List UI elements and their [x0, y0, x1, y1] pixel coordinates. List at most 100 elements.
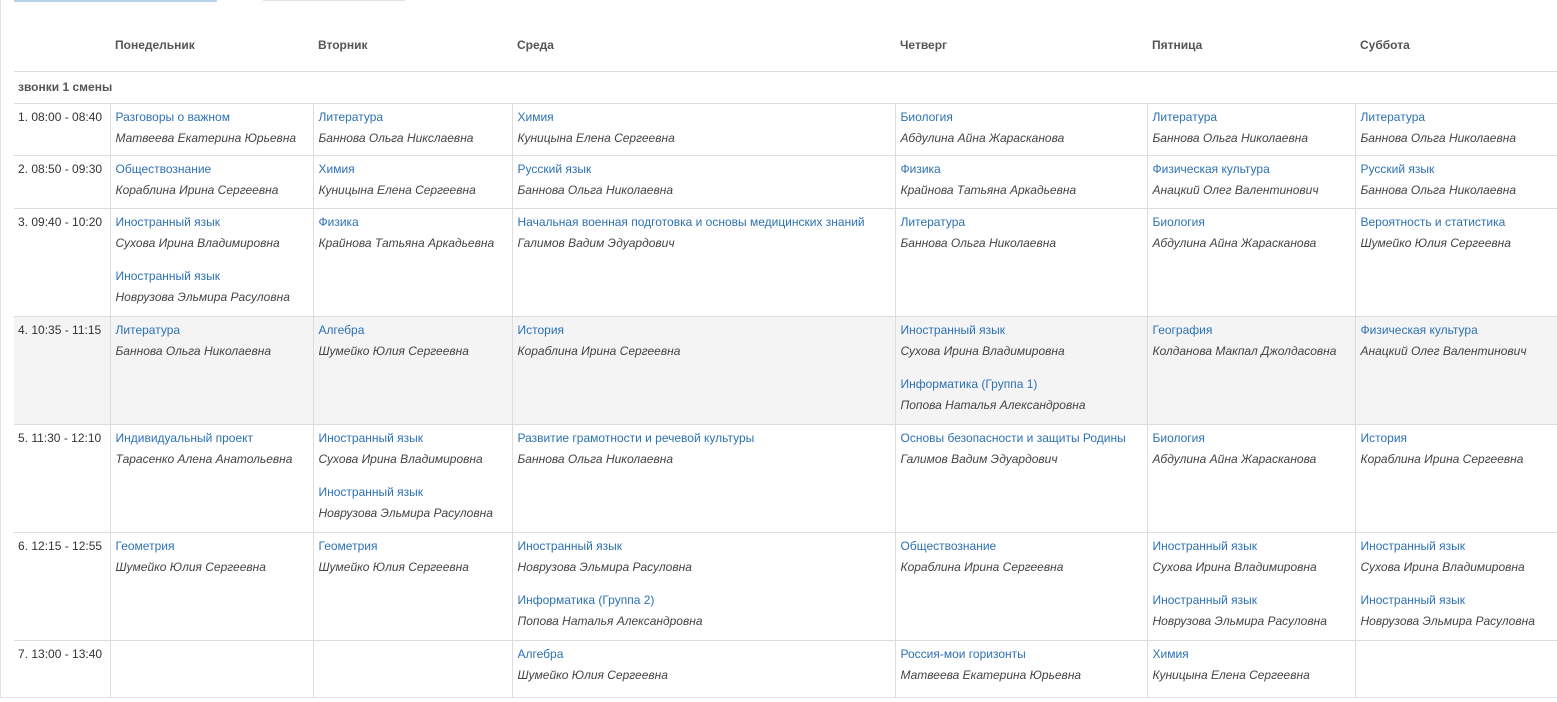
subject-link[interactable]: Литература [901, 215, 1143, 230]
teacher-name: Крайнова Татьяна Аркадьевна [318, 235, 495, 250]
lesson-cell: Геометрия Шумейко Юлия Сергеевна [109, 531, 313, 640]
teacher-name: Крайнова Татьяна Аркадьевна [900, 182, 1077, 197]
lesson-row: 6. 12:15 - 12:55 Геометрия Шумейко Юлия Се… [14, 531, 1557, 640]
teacher-name: Матвеева Екатерина Юрьевна [900, 667, 1082, 682]
subject-link[interactable]: Информатика (Группа 1) [901, 377, 1143, 392]
teacher-name: Галимов Вадим Эдуардович [517, 235, 675, 250]
shift-header-row: звонки 1 смены [14, 70, 1557, 103]
shift-title: звонки 1 смены [14, 70, 1557, 103]
subject-link[interactable]: Алгебра [518, 647, 891, 662]
lesson-entry: Физическая культура Анацкий Олег Валентин… [1361, 323, 1553, 359]
subject-link[interactable]: Иностранный язык [319, 485, 508, 500]
subject-link[interactable]: Индивидуальный проект [116, 431, 309, 446]
teacher-name: Баннова Ольга Николаевна [1360, 130, 1517, 145]
subject-link[interactable]: Иностранный язык [1153, 539, 1351, 554]
lesson-row: 2. 08:50 - 09:30 Обществознание Кораблина … [14, 154, 1557, 208]
lesson-cell: Иностранный язык Сухова Ирина Владимировн… [894, 315, 1147, 424]
lesson-cell: Обществознание Кораблина Ирина Сергеевна [109, 154, 313, 208]
subject-link[interactable]: История [1361, 431, 1553, 446]
lesson-cell: Химия Куницына Елена Сергеевна [1146, 639, 1355, 698]
subject-link[interactable]: Геометрия [116, 539, 309, 554]
lesson-cell: Литература Баннова Ольга Николаевна [109, 315, 313, 424]
teacher-name: Попова Наталья Александровна [900, 397, 1086, 412]
lesson-entry: Физика Крайнова Татьяна Аркадьевна [319, 215, 508, 251]
subject-link[interactable]: Алгебра [319, 323, 508, 338]
subject-link[interactable]: Информатика (Группа 2) [518, 593, 891, 608]
lesson-cell: Начальная военная подготовка и основы ме… [511, 207, 895, 316]
teacher-name: Новрузова Эльмира Расуловна [517, 559, 692, 574]
subject-link[interactable]: Иностранный язык [518, 539, 891, 554]
teacher-name: Анацкий Олег Валентинович [1360, 343, 1527, 358]
lesson-cell: Литература Баннова Ольга Николаевна [894, 207, 1147, 316]
teacher-name: Колданова Макпал Джолдасовна [1152, 343, 1337, 358]
subject-link[interactable]: Иностранный язык [1361, 539, 1553, 554]
lesson-entry: Вероятность и статистика Шумейко Юлия Сер… [1361, 215, 1553, 251]
lesson-row: 7. 13:00 - 13:40 Алгебра Шумейко Юлия Серг… [14, 639, 1557, 698]
subject-link[interactable]: Начальная военная подготовка и основы ме… [518, 215, 891, 230]
subject-link[interactable]: Физика [319, 215, 508, 230]
subject-link[interactable]: Основы безопасности и защиты Родины [901, 431, 1143, 446]
time-column-header [14, 16, 110, 72]
subject-link[interactable]: Россия-мои горизонты [901, 647, 1143, 662]
subject-link[interactable]: Развитие грамотности и речевой культуры [518, 431, 891, 446]
subject-link[interactable]: Вероятность и статистика [1361, 215, 1553, 230]
subject-link[interactable]: Иностранный язык [116, 269, 309, 284]
lesson-cell [312, 639, 512, 698]
subject-link[interactable]: Биология [901, 110, 1143, 125]
teacher-name: Баннова Ольга Николаевна [517, 182, 674, 197]
teacher-name: Сухова Ирина Владимировна [1360, 559, 1525, 574]
lesson-cell: Физика Крайнова Татьяна Аркадьевна [312, 207, 512, 316]
lesson-cell: История Кораблина Ирина Сергеевна [1354, 423, 1557, 532]
subject-link[interactable]: Физическая культура [1153, 162, 1351, 177]
subject-link[interactable]: Иностранный язык [319, 431, 508, 446]
lesson-entry: Начальная военная подготовка и основы ме… [518, 215, 891, 251]
subject-link[interactable]: Разговоры о важном [116, 110, 309, 125]
teacher-name: Сухова Ирина Владимировна [1152, 559, 1317, 574]
lesson-row: 4. 10:35 - 11:15 Литература Баннова Ольга … [14, 315, 1557, 424]
schedule-table: Понедельник Вторник Среда Четверг Пятниц… [14, 16, 1557, 698]
lesson-entry: Русский язык Баннова Ольга Николаевна [518, 162, 891, 198]
subject-link[interactable]: Литература [1153, 110, 1351, 125]
subject-link[interactable]: Химия [518, 110, 891, 125]
teacher-name: Сухова Ирина Владимировна [115, 235, 280, 250]
lesson-entry: История Кораблина Ирина Сергеевна [518, 323, 891, 359]
lesson-cell: Биология Абдулина Айна Жарасканова [1146, 423, 1355, 532]
lesson-entry: Биология Абдулина Айна Жарасканова [901, 110, 1143, 146]
lesson-entry: Физика Крайнова Татьяна Аркадьевна [901, 162, 1143, 198]
lesson-entry: География Колданова Макпал Джолдасовна [1153, 323, 1351, 359]
subject-link[interactable]: Иностранный язык [116, 215, 309, 230]
lesson-entry: Литература Баннова Ольга Николаевна [1361, 110, 1553, 146]
subject-link[interactable]: Химия [1153, 647, 1351, 662]
subject-link[interactable]: Геометрия [319, 539, 508, 554]
subject-link[interactable]: Литература [319, 110, 508, 125]
subject-link[interactable]: Биология [1153, 215, 1351, 230]
subject-link[interactable]: Физика [901, 162, 1143, 177]
lesson-time: 2. 08:50 - 09:30 [14, 154, 110, 208]
subject-link[interactable]: Иностранный язык [1153, 593, 1351, 608]
subject-link[interactable]: География [1153, 323, 1351, 338]
lesson-entry: Геометрия Шумейко Юлия Сергеевна [319, 539, 508, 575]
teacher-name: Кораблина Ирина Сергеевна [517, 343, 681, 358]
lesson-row: 5. 11:30 - 12:10 Индивидуальный проект Тар… [14, 423, 1557, 532]
subject-link[interactable]: Литература [116, 323, 309, 338]
subject-link[interactable]: Русский язык [518, 162, 891, 177]
lesson-cell: Иностранный язык Новрузова Эльмира Расуло… [511, 531, 895, 640]
subject-link[interactable]: История [518, 323, 891, 338]
teacher-name: Шумейко Юлия Сергеевна [517, 667, 668, 682]
subject-link[interactable]: Биология [1153, 431, 1351, 446]
subject-link[interactable]: Обществознание [116, 162, 309, 177]
teacher-name: Шумейко Юлия Сергеевна [318, 559, 469, 574]
lesson-cell: Алгебра Шумейко Юлия Сергеевна [511, 639, 895, 698]
lesson-cell: Биология Абдулина Айна Жарасканова [894, 102, 1147, 155]
subject-link[interactable]: Иностранный язык [1361, 593, 1553, 608]
subject-link[interactable]: Литература [1361, 110, 1553, 125]
lesson-cell: Геометрия Шумейко Юлия Сергеевна [312, 531, 512, 640]
teacher-name: Куницына Елена Сергеевна [1152, 667, 1310, 682]
subject-link[interactable]: Физическая культура [1361, 323, 1553, 338]
subject-link[interactable]: Химия [319, 162, 508, 177]
subject-link[interactable]: Русский язык [1361, 162, 1553, 177]
lesson-entry: Иностранный язык Новрузова Эльмира Расуло… [1361, 593, 1553, 629]
subject-link[interactable]: Обществознание [901, 539, 1143, 554]
teacher-name: Сухова Ирина Владимировна [900, 343, 1065, 358]
subject-link[interactable]: Иностранный язык [901, 323, 1143, 338]
